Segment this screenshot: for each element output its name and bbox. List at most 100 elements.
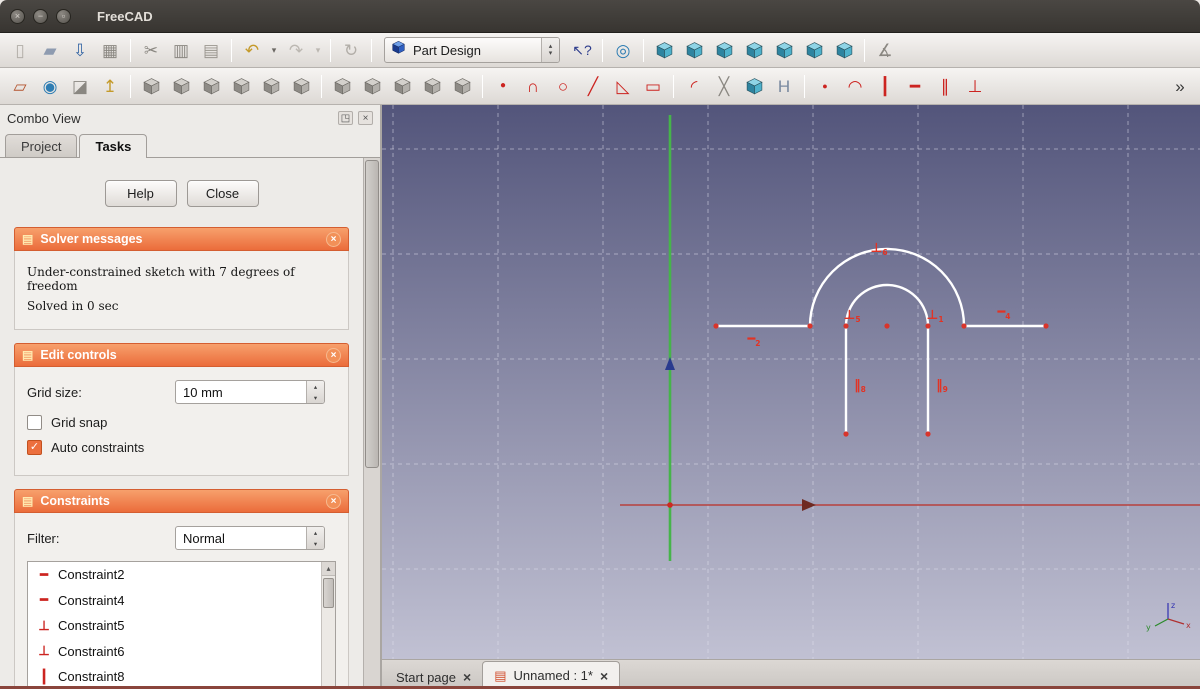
thickness-icon[interactable]	[417, 73, 447, 100]
constraints-header[interactable]: ▤ Constraints ×	[14, 489, 349, 513]
spin-up-icon[interactable]: ▴	[307, 381, 324, 392]
panel-scrollbar-thumb[interactable]	[365, 160, 379, 468]
window-minimize-button[interactable]: −	[33, 8, 48, 24]
perpendicular-constraint-icon: ⊥	[38, 643, 50, 659]
top-view-icon[interactable]	[709, 37, 739, 64]
revolution-icon[interactable]	[196, 73, 226, 100]
fit-all-icon[interactable]: ◎	[608, 37, 638, 64]
spin-up-icon[interactable]: ▴	[307, 527, 324, 538]
window-maximize-button[interactable]: ▫	[56, 8, 71, 24]
bottom-view-icon[interactable]	[799, 37, 829, 64]
collapse-section-icon[interactable]: ×	[326, 347, 341, 363]
right-view-icon[interactable]	[739, 37, 769, 64]
workbench-selector-arrows[interactable]: ▴ ▾	[541, 38, 559, 62]
map-sketch-icon[interactable]: ◪	[65, 73, 95, 100]
additive-loft-icon[interactable]	[256, 73, 286, 100]
validate-sketch-icon[interactable]: ↥	[95, 73, 125, 100]
open-document-icon[interactable]: ▰	[35, 37, 65, 64]
constraint-list-item[interactable]: ⊥ Constraint6	[28, 639, 321, 665]
collapse-section-icon[interactable]: ×	[326, 231, 341, 247]
solver-message-dof[interactable]: Under-constrained sketch with 7 degrees …	[27, 265, 336, 293]
redo-icon[interactable]: ↷	[281, 37, 311, 64]
whats-this-icon[interactable]: ↖?	[567, 37, 597, 64]
refresh-icon[interactable]: ↻	[336, 37, 366, 64]
spin-down-icon[interactable]: ▾	[307, 392, 324, 403]
panel-float-icon[interactable]: ◳	[338, 111, 353, 125]
panel-close-icon[interactable]: ×	[358, 111, 373, 125]
fillet-icon[interactable]	[327, 73, 357, 100]
close-tab-icon[interactable]: ×	[463, 670, 471, 684]
redo-dropdown-icon[interactable]: ▾	[311, 37, 325, 64]
create-point-icon[interactable]: ●	[488, 73, 518, 100]
paste-icon[interactable]: ▤	[196, 37, 226, 64]
draft-icon[interactable]	[387, 73, 417, 100]
constraint-label: Constraint5	[58, 618, 125, 634]
left-view-icon[interactable]	[829, 37, 859, 64]
grid-snap-checkbox[interactable]	[27, 415, 42, 430]
print-icon[interactable]: ▦	[95, 37, 125, 64]
create-circle-icon[interactable]: ○	[548, 73, 578, 100]
measure-distance-icon[interactable]: ∡	[870, 37, 900, 64]
constraint-list-item[interactable]: ━ Constraint2	[28, 562, 321, 588]
new-sketch-icon[interactable]: ▱	[5, 73, 35, 100]
edit-controls-section: ▤ Edit controls × Grid size: 10 mm ▴ ▾ G…	[14, 343, 349, 476]
rear-view-icon[interactable]	[769, 37, 799, 64]
3d-viewport[interactable]: ⊥6 ⊥5 ⊥1 ━2 ━4 ‖8 ‖9 z x y	[382, 105, 1200, 659]
collapse-section-icon[interactable]: ×	[326, 493, 341, 509]
chamfer-icon[interactable]	[357, 73, 387, 100]
create-polyline-icon[interactable]: ◺	[608, 73, 638, 100]
constraint-list-scrollbar-thumb[interactable]	[323, 578, 334, 608]
pad-icon[interactable]	[136, 73, 166, 100]
solver-messages-header[interactable]: ▤ Solver messages ×	[14, 227, 349, 251]
constraint-list-item[interactable]: ━ Constraint4	[28, 588, 321, 614]
parallel-constraint-icon[interactable]: ∥	[930, 73, 960, 100]
create-arc-icon[interactable]: ∩	[518, 73, 548, 100]
new-document-icon[interactable]: ▯	[5, 37, 35, 64]
front-view-icon[interactable]	[679, 37, 709, 64]
pocket-icon[interactable]	[166, 73, 196, 100]
undo-icon[interactable]: ↶	[237, 37, 267, 64]
additive-pipe-icon[interactable]	[286, 73, 316, 100]
axonometric-view-icon[interactable]	[649, 37, 679, 64]
groove-icon[interactable]	[226, 73, 256, 100]
copy-icon[interactable]: ▥	[166, 37, 196, 64]
tab-project[interactable]: Project	[5, 134, 78, 157]
scroll-up-icon[interactable]: ▴	[322, 562, 335, 576]
help-button[interactable]: Help	[104, 180, 177, 207]
edit-controls-header[interactable]: ▤ Edit controls ×	[14, 343, 349, 367]
constraint-list-scrollbar[interactable]: ▴	[321, 562, 335, 689]
freecad-window: × − ▫ FreeCAD ▯ ▰ ⇩ ▦ ✂ ▥ ▤ ↶ ▾ ↷ ▾ ↻ Part Design ▴ ▾ ↖…	[0, 0, 1200, 689]
main-area: Combo View ◳ × Project Tasks Help Close …	[0, 105, 1200, 689]
coincident-constraint-icon[interactable]: ●	[810, 73, 840, 100]
save-icon[interactable]: ⇩	[65, 37, 95, 64]
titlebar[interactable]: × − ▫ FreeCAD	[0, 0, 1200, 33]
workbench-selector[interactable]: Part Design ▴ ▾	[384, 37, 560, 63]
tangent-constraint-icon[interactable]: ◠	[840, 73, 870, 100]
trim-edge-icon[interactable]: ╳	[709, 73, 739, 100]
constraint-list[interactable]: ▴ ━ Constraint2 ━ Constraint4 ⊥ Constraint5 ⊥ C…	[27, 561, 336, 689]
edit-sketch-icon[interactable]: ◉	[35, 73, 65, 100]
horizontal-constraint-icon[interactable]: ━	[900, 73, 930, 100]
window-close-button[interactable]: ×	[10, 8, 25, 24]
spin-down-icon[interactable]: ▾	[307, 538, 324, 549]
external-geometry-icon[interactable]	[739, 73, 769, 100]
tab-tasks[interactable]: Tasks	[79, 134, 148, 158]
create-fillet-icon[interactable]: ◜	[679, 73, 709, 100]
create-line-icon[interactable]: ╱	[578, 73, 608, 100]
close-task-button[interactable]: Close	[186, 180, 259, 207]
panel-scrollbar[interactable]	[363, 158, 380, 689]
cut-icon[interactable]: ✂	[136, 37, 166, 64]
vertical-constraint-icon[interactable]: ┃	[870, 73, 900, 100]
undo-dropdown-icon[interactable]: ▾	[267, 37, 281, 64]
mirrored-icon[interactable]	[447, 73, 477, 100]
create-rectangle-icon[interactable]: ▭	[638, 73, 668, 100]
grid-size-spinbox[interactable]: 10 mm ▴ ▾	[175, 380, 325, 404]
toolbar-overflow-button[interactable]: »	[1165, 73, 1195, 100]
carbon-copy-icon[interactable]: H	[769, 73, 799, 100]
filter-dropdown[interactable]: Normal ▴ ▾	[175, 526, 325, 550]
constraint-list-item[interactable]: ⊥ Constraint5	[28, 613, 321, 639]
perpendicular-constraint-icon[interactable]: ⊥	[960, 73, 990, 100]
document-tab-unnamed-1[interactable]: ▤ Unnamed : 1* ×	[482, 661, 621, 689]
auto-constraints-checkbox[interactable]: ✓	[27, 440, 42, 455]
close-tab-icon[interactable]: ×	[600, 669, 608, 683]
